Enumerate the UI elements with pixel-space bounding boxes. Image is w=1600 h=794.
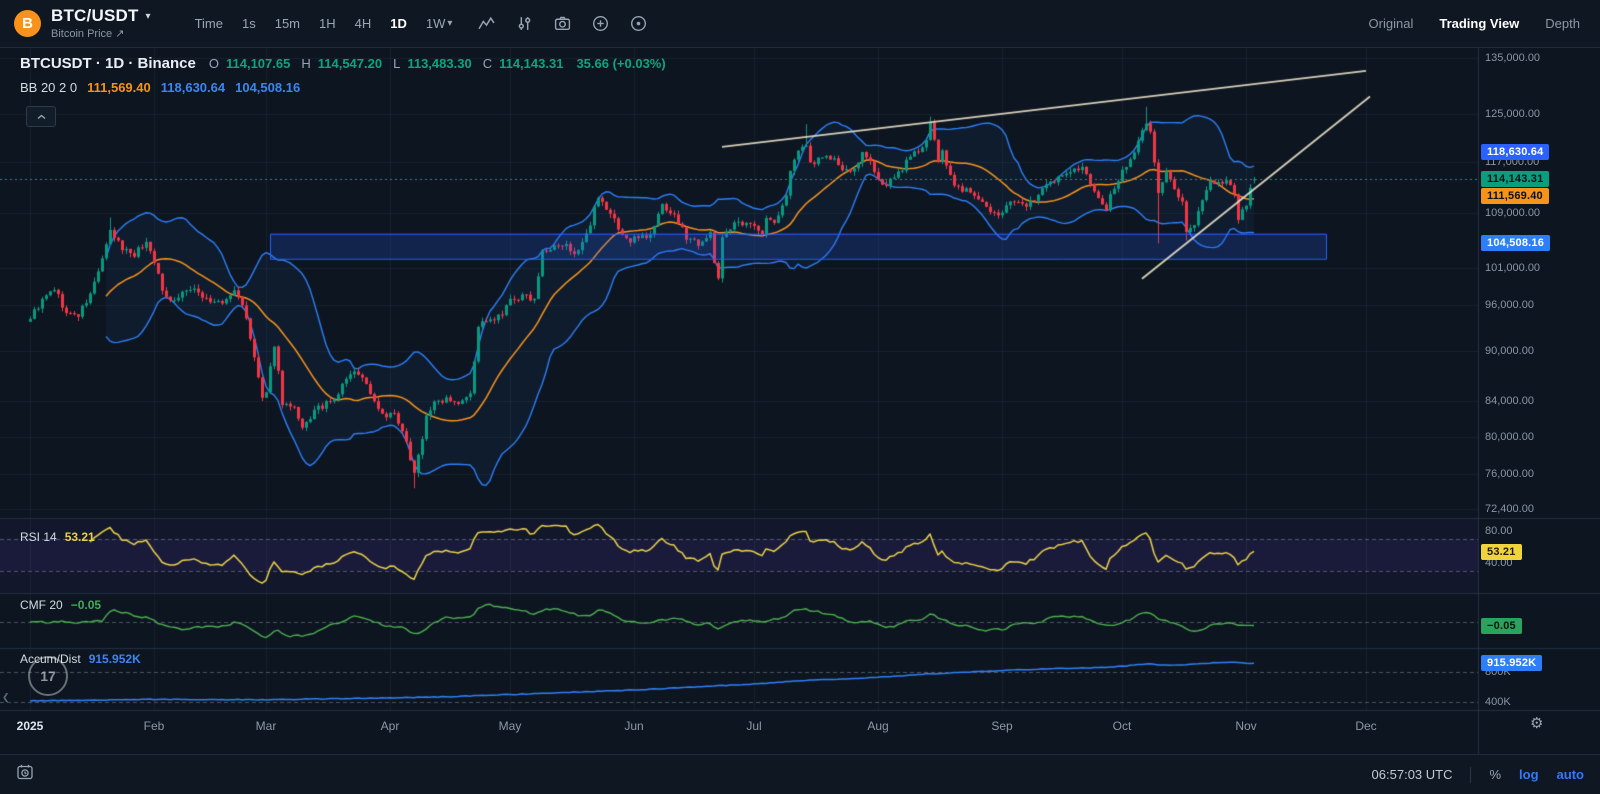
price-axis-tick: 109,000.00 [1485, 207, 1540, 219]
price-badge: 114,143.31 [1481, 171, 1549, 187]
watermark-badge: 17 [28, 656, 68, 696]
view-tab-trading-view[interactable]: Trading View [1439, 16, 1519, 31]
symbol-title[interactable]: BTC/USDT [51, 7, 139, 26]
bitcoin-logo-icon: B [14, 10, 41, 37]
time-axis[interactable]: 2025 Feb Mar Apr May Jun Jul Aug Sep Oct Nov Dec [0, 710, 1478, 748]
time-axis-label-sep: Sep [991, 719, 1012, 733]
interval-button-1w[interactable]: 1W [426, 16, 446, 31]
ad-axis-tick: 400K [1485, 696, 1511, 708]
percent-scale-button[interactable]: % [1489, 767, 1501, 782]
time-axis-label-nov: Nov [1235, 719, 1256, 733]
crosshair-target-icon[interactable] [630, 15, 647, 32]
rsi-value-badge: 53.21 [1481, 544, 1522, 560]
toolbar-icons [478, 15, 647, 32]
divider [1470, 767, 1471, 783]
pane-collapse-arrow[interactable]: ❮ [2, 692, 10, 703]
time-axis-label-oct: Oct [1113, 719, 1132, 733]
gear-icon[interactable]: ⚙ [1530, 714, 1543, 732]
price-axis-tick: 80,000.00 [1485, 431, 1534, 443]
clock-time: 06:57:03 UTC [1372, 767, 1453, 782]
camera-snapshot-icon[interactable] [554, 15, 571, 32]
interval-buttons: Time 1s 15m 1H 4H 1D 1W [195, 16, 446, 31]
view-mode-tabs: Original Trading View Depth [1369, 16, 1586, 31]
indicators-icon[interactable] [516, 15, 533, 32]
time-axis-label-2025: 2025 [17, 719, 44, 733]
chevron-down-icon[interactable]: ▾ [146, 11, 151, 22]
time-axis-label-apr: Apr [381, 719, 400, 733]
interval-button-4h[interactable]: 4H [355, 16, 372, 31]
status-bar-right: 06:57:03 UTC % log auto [1372, 767, 1584, 783]
status-bar: 06:57:03 UTC % log auto [0, 754, 1600, 794]
auto-scale-button[interactable]: auto [1557, 767, 1584, 782]
price-badge: 111,569.40 [1481, 188, 1549, 204]
price-chart-canvas[interactable] [0, 48, 1600, 754]
interval-button-time[interactable]: Time [195, 16, 223, 31]
view-tab-depth[interactable]: Depth [1545, 16, 1580, 31]
log-scale-button[interactable]: log [1519, 767, 1539, 782]
price-axis-tick: 90,000.00 [1485, 345, 1534, 357]
rsi-axis-tick: 80.00 [1485, 525, 1513, 537]
add-alert-plus-icon[interactable] [592, 15, 609, 32]
date-range-icon[interactable] [16, 763, 34, 786]
interval-button-1h[interactable]: 1H [319, 16, 336, 31]
top-toolbar: B BTC/USDT ▾ Bitcoin Price ↗ Time 1s 15m 1H… [0, 0, 1600, 48]
legend-collapse-button[interactable] [26, 106, 56, 127]
cmf-value-badge: −0.05 [1481, 618, 1522, 634]
trading-chart-app: B BTC/USDT ▾ Bitcoin Price ↗ Time 1s 15m 1H… [0, 0, 1600, 794]
interval-more-chevron-icon[interactable]: ▾ [447, 18, 452, 29]
symbol-subtitle-link[interactable]: Bitcoin Price ↗ [51, 28, 151, 40]
price-axis-tick: 76,000.00 [1485, 468, 1534, 480]
time-axis-label-may: May [499, 719, 522, 733]
price-axis-tick: 72,400.00 [1485, 503, 1534, 515]
price-axis-tick: 125,000.00 [1485, 108, 1540, 120]
interval-button-1d[interactable]: 1D [390, 16, 407, 31]
interval-button-1s[interactable]: 1s [242, 16, 256, 31]
price-badge: 104,508.16 [1481, 235, 1550, 251]
price-badge: 118,630.64 [1481, 144, 1549, 160]
view-tab-original[interactable]: Original [1369, 16, 1414, 31]
price-axis-tick: 84,000.00 [1485, 395, 1534, 407]
time-axis-label-jun: Jun [624, 719, 643, 733]
time-axis-label-jul: Jul [746, 719, 761, 733]
symbol-block[interactable]: BTC/USDT ▾ Bitcoin Price ↗ [51, 7, 151, 40]
time-axis-label-mar: Mar [256, 719, 277, 733]
time-axis-label-aug: Aug [867, 719, 888, 733]
price-axis[interactable]: 135,000.00125,000.00117,000.00109,000.00… [1478, 48, 1600, 710]
chart-style-icon[interactable] [478, 15, 495, 32]
price-axis-tick: 96,000.00 [1485, 299, 1534, 311]
price-axis-tick: 101,000.00 [1485, 262, 1540, 274]
ad-value-badge: 915.952K [1481, 655, 1542, 671]
interval-button-15m[interactable]: 15m [275, 16, 300, 31]
time-axis-label-dec: Dec [1355, 719, 1376, 733]
time-axis-label-feb: Feb [144, 719, 165, 733]
price-axis-tick: 135,000.00 [1485, 52, 1540, 64]
